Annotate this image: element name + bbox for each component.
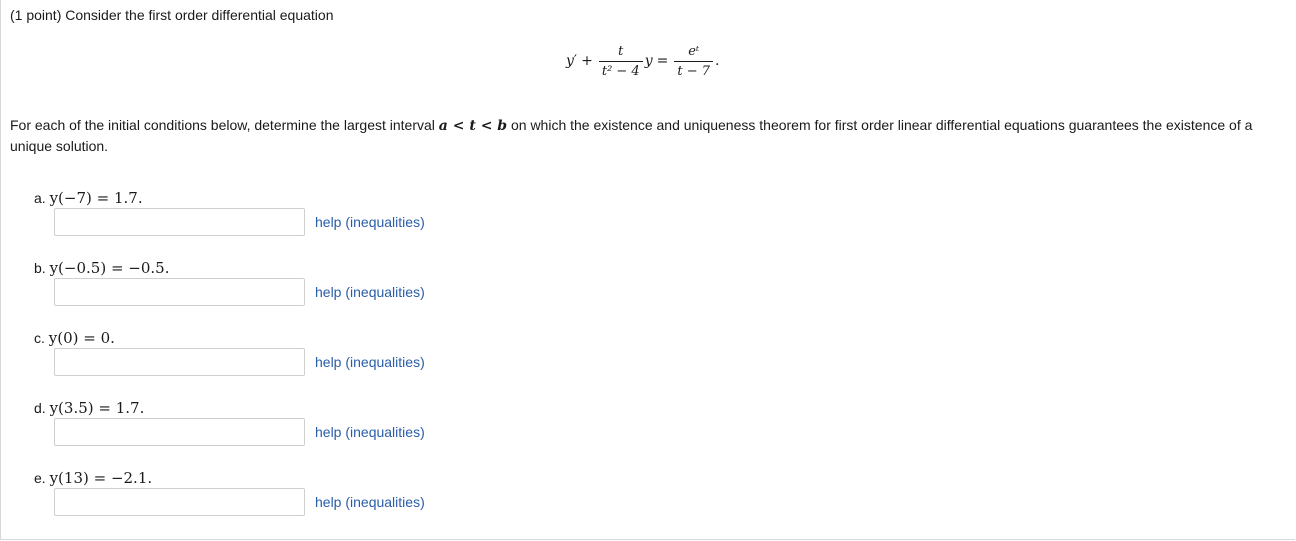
eq-y-term: y [644, 53, 653, 69]
part-b-condition: b. y(−0.5) = −0.5. [34, 259, 169, 277]
problem-description: For each of the initial conditions below… [10, 115, 1280, 156]
part-label: d. [34, 400, 46, 416]
initial-condition: y(−7) = 1.7. [49, 189, 143, 207]
help-link-e[interactable]: help (inequalities) [315, 494, 425, 510]
eq-plus: + [581, 53, 593, 69]
part-a-condition: a. y(−7) = 1.7. [34, 189, 143, 207]
answer-input-a[interactable] [54, 208, 305, 236]
help-link-c[interactable]: help (inequalities) [315, 354, 425, 370]
help-link-a[interactable]: help (inequalities) [315, 214, 425, 230]
answer-input-b[interactable] [54, 278, 305, 306]
help-link-d[interactable]: help (inequalities) [315, 424, 425, 440]
part-label: e. [34, 470, 46, 486]
initial-condition: y(−0.5) = −0.5. [49, 259, 170, 277]
description-before: For each of the initial conditions below… [10, 117, 439, 133]
problem-intro: (1 point) Consider the first order diffe… [10, 7, 334, 23]
eq-frac1-denominator: t² − 4 [598, 60, 643, 78]
eq-equals: = [656, 53, 669, 69]
eq-frac2-denominator: t − 7 [674, 60, 714, 78]
description-interval: a < t < b [438, 118, 508, 134]
help-link-b[interactable]: help (inequalities) [315, 284, 425, 300]
part-d-condition: d. y(3.5) = 1.7. [34, 399, 144, 417]
answer-input-e[interactable] [54, 488, 305, 516]
initial-condition: y(3.5) = 1.7. [49, 399, 145, 417]
eq-frac1-numerator: t [618, 43, 624, 59]
initial-condition: y(13) = −2.1. [49, 469, 153, 487]
part-label: c. [34, 330, 45, 346]
initial-condition: y(0) = 0. [48, 329, 115, 347]
part-c-condition: c. y(0) = 0. [34, 329, 115, 347]
answer-input-c[interactable] [54, 348, 305, 376]
eq-period: . [715, 53, 720, 69]
eq-fraction-1: t t² − 4 [598, 43, 643, 78]
differential-equation: y ′ + t t² − 4 y = eᵗ t − 7 . [566, 38, 719, 84]
eq-fraction-2: eᵗ t − 7 [674, 43, 714, 78]
part-e-condition: e. y(13) = −2.1. [34, 469, 152, 487]
eq-prime: ′ [573, 53, 578, 69]
eq-y: y [566, 53, 574, 69]
part-label: b. [34, 260, 46, 276]
answer-input-d[interactable] [54, 418, 305, 446]
eq-frac2-numerator: eᵗ [688, 43, 700, 59]
part-label: a. [34, 190, 46, 206]
